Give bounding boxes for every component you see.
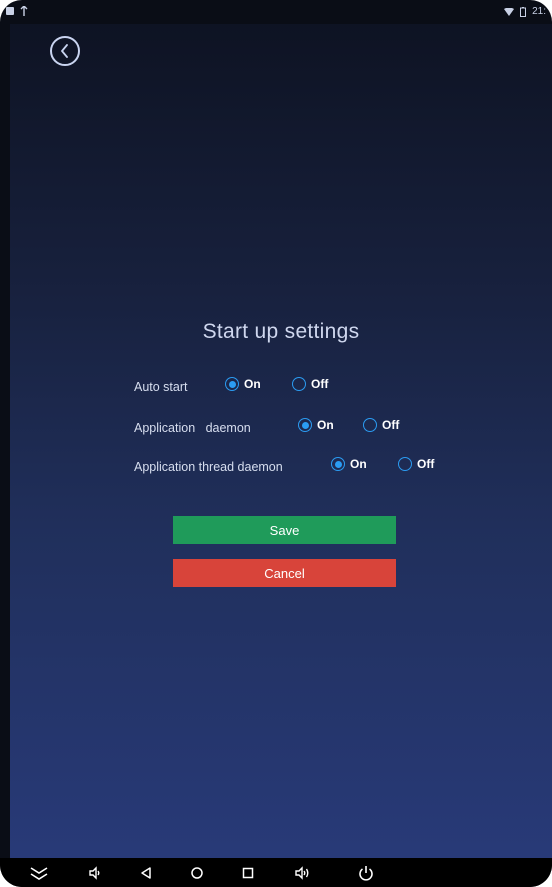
on-label: On: [244, 377, 261, 391]
radio-selected-icon: [298, 418, 312, 432]
tablet-screen: 21: Start up settings Auto start On Off …: [0, 0, 552, 887]
cancel-button[interactable]: Cancel: [173, 559, 396, 587]
collapse-chevrons-icon[interactable]: [28, 862, 50, 884]
save-button[interactable]: Save: [173, 516, 396, 544]
home-circle-icon[interactable]: [186, 862, 208, 884]
notification-icon: [6, 7, 14, 15]
off-label: Off: [382, 418, 400, 432]
back-triangle-icon[interactable]: [135, 862, 157, 884]
radio-selected-icon: [225, 377, 239, 391]
off-label: Off: [417, 457, 435, 471]
radio-unselected-icon: [363, 418, 377, 432]
radio-selected-icon: [331, 457, 345, 471]
wifi-icon: [504, 7, 515, 16]
application-daemon-label: Application daemon: [134, 421, 251, 435]
settings-screen: Start up settings Auto start On Off Appl…: [10, 24, 552, 858]
off-label: Off: [311, 377, 329, 391]
status-left-icons: [6, 6, 28, 16]
page-title: Start up settings: [202, 320, 360, 343]
navigation-bar: [0, 858, 552, 887]
back-chevron-icon: [61, 44, 68, 58]
application-thread-daemon-label: Application thread daemon: [134, 460, 283, 474]
volume-down-icon[interactable]: [84, 862, 106, 884]
radio-unselected-icon: [398, 457, 412, 471]
on-label: On: [317, 418, 334, 432]
on-label: On: [350, 457, 367, 471]
application-thread-daemon-on-radio[interactable]: On: [331, 457, 367, 471]
application-daemon-off-radio[interactable]: Off: [363, 418, 399, 432]
power-icon[interactable]: [355, 862, 377, 884]
application-thread-daemon-off-radio[interactable]: Off: [398, 457, 434, 471]
status-time: 21:: [532, 6, 546, 17]
battery-icon: [520, 6, 527, 17]
status-right-icons: 21:: [504, 6, 546, 17]
auto-start-off-radio[interactable]: Off: [292, 377, 328, 391]
back-button[interactable]: [50, 36, 80, 66]
volume-up-icon[interactable]: [292, 862, 314, 884]
status-bar: 21:: [0, 0, 552, 24]
usb-icon: [20, 6, 28, 16]
auto-start-label: Auto start: [134, 380, 188, 394]
auto-start-on-radio[interactable]: On: [225, 377, 261, 391]
radio-unselected-icon: [292, 377, 306, 391]
application-daemon-on-radio[interactable]: On: [298, 418, 334, 432]
recents-square-icon[interactable]: [237, 862, 259, 884]
